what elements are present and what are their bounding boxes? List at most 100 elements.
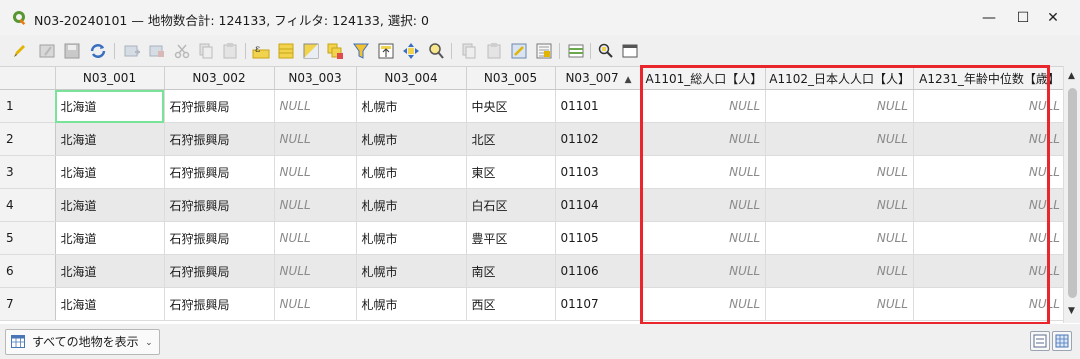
deselect-icon[interactable] [326,42,344,60]
table-cell[interactable]: 白石区 [466,188,556,222]
table-cell[interactable]: NULL [642,188,767,222]
table-cell[interactable]: 石狩振興局 [164,122,275,156]
table-cell[interactable]: NULL [274,254,357,288]
table-cell[interactable]: 札幌市 [356,188,467,222]
table-cell[interactable]: NULL [274,122,357,156]
conditional-formatting-icon[interactable] [567,42,585,60]
table-row[interactable]: 1 北海道 石狩振興局 NULL 札幌市 中央区 01101 NULL NULL… [0,89,1066,123]
show-all-features-button[interactable]: すべての地物を表示 ⌄ [5,329,160,355]
table-cell[interactable]: 01103 [555,155,643,189]
table-row[interactable]: 2 北海道 石狩振興局 NULL 札幌市 北区 01102 NULL NULL … [0,122,1066,156]
column-header[interactable]: A1231_年齢中位数【歳】 [913,67,1066,90]
column-header[interactable]: N03_005 [466,67,556,90]
table-row[interactable]: 3 北海道 石狩振興局 NULL 札幌市 東区 01103 NULL NULL … [0,155,1066,189]
table-cell[interactable]: 01106 [555,254,643,288]
table-view-icon[interactable] [1052,331,1072,351]
table-cell[interactable]: NULL [274,188,357,222]
table-cell[interactable]: NULL [642,122,767,156]
filter-selection-icon[interactable] [352,42,370,60]
table-cell[interactable]: NULL [765,188,914,222]
column-header[interactable]: A1101_総人口【人】 [642,67,767,90]
table-cell[interactable]: 北海道 [55,122,165,156]
table-cell[interactable]: NULL [274,89,357,123]
table-cell[interactable]: 01107 [555,287,643,321]
table-cell[interactable]: NULL [913,254,1066,288]
table-cell[interactable]: NULL [642,287,767,321]
row-header[interactable]: 4 [0,188,56,222]
expression-select-icon[interactable]: ε [252,42,270,60]
table-cell[interactable]: NULL [913,122,1066,156]
vertical-scrollbar[interactable]: ▲ ▼ [1063,66,1080,323]
actions-icon[interactable] [597,42,615,60]
new-field-icon[interactable] [510,42,528,60]
add-feature-icon[interactable] [123,42,141,60]
table-cell[interactable]: 北海道 [55,287,165,321]
table-cell[interactable]: 01102 [555,122,643,156]
move-selection-top-icon[interactable] [377,42,395,60]
column-header-sorted[interactable]: N03_007 ▲ [555,67,643,90]
table-cell[interactable]: 札幌市 [356,221,467,255]
field-calculator-icon[interactable] [535,42,553,60]
copy-icon[interactable] [197,42,215,60]
row-header[interactable]: 5 [0,221,56,255]
table-cell[interactable]: NULL [274,287,357,321]
table-cell[interactable]: 北海道 [55,254,165,288]
table-cell[interactable]: 北区 [466,122,556,156]
table-cell[interactable]: NULL [765,254,914,288]
table-cell[interactable]: 北海道 [55,188,165,222]
table-cell[interactable]: 石狩振興局 [164,254,275,288]
table-cell[interactable]: NULL [913,188,1066,222]
table-cell[interactable]: NULL [274,221,357,255]
delete-feature-icon[interactable] [148,42,166,60]
table-cell[interactable]: NULL [765,122,914,156]
table-cell[interactable]: NULL [642,89,767,123]
scrollbar-thumb[interactable] [1068,88,1077,298]
corner-header[interactable] [0,67,56,90]
table-row[interactable]: 4 北海道 石狩振興局 NULL 札幌市 白石区 01104 NULL NULL… [0,188,1066,222]
table-cell[interactable]: 石狩振興局 [164,188,275,222]
save-edits-icon[interactable] [63,42,81,60]
zoom-to-selection-icon[interactable] [427,42,445,60]
table-cell[interactable]: NULL [765,287,914,321]
copy-rows-icon[interactable] [460,42,478,60]
table-cell[interactable]: NULL [913,287,1066,321]
table-cell[interactable]: NULL [765,155,914,189]
table-cell[interactable]: 中央区 [466,89,556,123]
table-cell[interactable]: 01101 [555,89,643,123]
table-cell[interactable]: 札幌市 [356,287,467,321]
table-cell[interactable]: 北海道 [55,155,165,189]
cut-icon[interactable] [173,42,191,60]
dock-icon[interactable] [621,42,639,60]
table-cell[interactable]: 北海道 [55,89,165,123]
table-cell[interactable]: 南区 [466,254,556,288]
table-row[interactable]: 5 北海道 石狩振興局 NULL 札幌市 豊平区 01105 NULL NULL… [0,221,1066,255]
table-cell[interactable]: 石狩振興局 [164,221,275,255]
table-cell[interactable]: NULL [642,155,767,189]
table-cell[interactable]: 石狩振興局 [164,287,275,321]
row-header[interactable]: 3 [0,155,56,189]
row-header[interactable]: 1 [0,89,56,123]
pan-to-selection-icon[interactable] [402,42,420,60]
invert-selection-icon[interactable] [302,42,320,60]
reload-icon[interactable] [89,42,107,60]
table-cell[interactable]: NULL [642,254,767,288]
table-cell[interactable]: NULL [913,221,1066,255]
table-cell[interactable]: 札幌市 [356,155,467,189]
table-cell[interactable]: NULL [642,221,767,255]
close-button[interactable]: ✕ [1030,0,1076,35]
scroll-up-icon[interactable]: ▲ [1068,71,1075,81]
table-row[interactable]: 6 北海道 石狩振興局 NULL 札幌市 南区 01106 NULL NULL … [0,254,1066,288]
pencil-icon[interactable] [10,42,28,60]
column-header[interactable]: A1102_日本人人口【人】 [765,67,914,90]
table-cell[interactable]: NULL [274,155,357,189]
multi-edit-icon[interactable] [38,42,56,60]
column-header[interactable]: N03_002 [164,67,275,90]
table-cell[interactable]: 01105 [555,221,643,255]
table-cell[interactable]: NULL [765,221,914,255]
table-cell[interactable]: 札幌市 [356,122,467,156]
table-cell[interactable]: 西区 [466,287,556,321]
column-header[interactable]: N03_004 [356,67,467,90]
table-row[interactable]: 7 北海道 石狩振興局 NULL 札幌市 西区 01107 NULL NULL … [0,287,1066,321]
row-header[interactable]: 6 [0,254,56,288]
select-all-icon[interactable] [277,42,295,60]
